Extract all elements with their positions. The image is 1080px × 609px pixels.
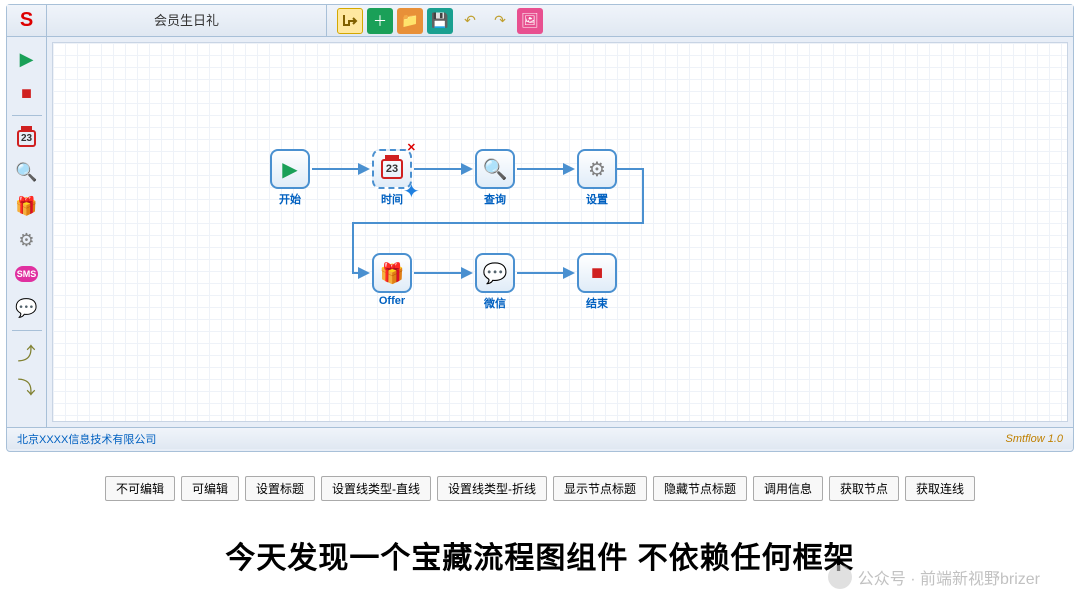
split-icon[interactable]: ⤴ (13, 339, 41, 367)
node-label-end: 结束 (575, 295, 619, 311)
node-icon-time[interactable]: 23 (372, 149, 412, 189)
workflow-title: 会员生日礼 (47, 5, 327, 37)
node-wechat[interactable]: 💬 微信 (473, 253, 517, 311)
stop-icon[interactable]: ■ (13, 79, 41, 107)
save-tool[interactable]: 💾 (427, 8, 453, 34)
connections-layer (53, 43, 1067, 421)
side-toolbar: ▶ ■ 23 🔍 🎁 ⚙ SMS 💬 ⤴ ⤵ (7, 37, 47, 427)
node-time[interactable]: 23✕时间 (370, 149, 414, 207)
play-icon[interactable]: ▶ (13, 45, 41, 73)
sms-icon[interactable]: SMS (13, 260, 41, 288)
logo-icon: S (20, 9, 33, 32)
calendar-icon[interactable]: 23 (13, 124, 41, 152)
footer-bar: 北京XXXX信息技术有限公司 Smtflow 1.0 (7, 427, 1073, 449)
node-label-start: 开始 (268, 191, 312, 207)
node-start[interactable]: ▶ 开始 (268, 149, 312, 207)
node-icon-query[interactable]: 🔍 (475, 149, 515, 189)
node-end[interactable]: ■ 结束 (575, 253, 619, 311)
watermark-icon (828, 565, 852, 589)
node-icon-settings[interactable]: ⚙ (577, 149, 617, 189)
node-icon-offer[interactable]: 🎁 (372, 253, 412, 293)
logo: S (7, 5, 47, 37)
watermark-text: 公众号 · 前端新视野brizer (858, 565, 1040, 589)
gift-icon[interactable]: 🎁 (13, 192, 41, 220)
main-area: ▶■23🔍🎁⚙SMS💬⤴⤵ ✦ ▶开始23✕时间🔍查询⚙设置🎁Offer💬微信■… (7, 37, 1073, 427)
connector-tool[interactable] (337, 8, 363, 34)
app-frame: S 会员生日礼 ＋📁💾↶↷🖼 ▶■23🔍🎁⚙SMS💬⤴⤵ ✦ ▶ (6, 4, 1074, 452)
folder-tool[interactable]: 📁 (397, 8, 423, 34)
node-settings[interactable]: ⚙ 设置 (575, 149, 619, 207)
gear-icon[interactable]: ⚙ (13, 226, 41, 254)
watermark: 公众号 · 前端新视野brizer (828, 565, 1040, 589)
node-icon-wechat[interactable]: 💬 (475, 253, 515, 293)
action-button-4[interactable]: 设置线类型-折线 (437, 476, 547, 501)
divider (12, 330, 42, 331)
node-icon-start[interactable]: ▶ (270, 149, 310, 189)
action-button-9[interactable]: 获取连线 (905, 476, 975, 501)
version-label: Smtflow 1.0 (1006, 433, 1063, 445)
delete-node-button[interactable]: ✕ (407, 141, 416, 154)
action-button-0[interactable]: 不可编辑 (105, 476, 175, 501)
undo-tool[interactable]: ↶ (457, 8, 483, 34)
wechat-icon[interactable]: 💬 (13, 294, 41, 322)
merge-icon[interactable]: ⤵ (13, 373, 41, 401)
flow-canvas[interactable]: ✦ ▶开始23✕时间🔍查询⚙设置🎁Offer💬微信■结束 (52, 42, 1068, 422)
action-button-row: 不可编辑可编辑设置标题设置线类型-直线设置线类型-折线显示节点标题隐藏节点标题调… (0, 476, 1080, 501)
node-offer[interactable]: 🎁 Offer (370, 253, 414, 307)
action-button-7[interactable]: 调用信息 (753, 476, 823, 501)
action-button-5[interactable]: 显示节点标题 (553, 476, 647, 501)
company-label: 北京XXXX信息技术有限公司 (17, 431, 156, 447)
node-icon-end[interactable]: ■ (577, 253, 617, 293)
image-tool[interactable]: 🖼 (517, 8, 543, 34)
node-query[interactable]: 🔍 查询 (473, 149, 517, 207)
action-button-8[interactable]: 获取节点 (829, 476, 899, 501)
node-label-wechat: 微信 (473, 295, 517, 311)
redo-tool[interactable]: ↷ (487, 8, 513, 34)
node-label-time: 时间 (370, 191, 414, 207)
action-button-1[interactable]: 可编辑 (181, 476, 239, 501)
search-icon[interactable]: 🔍 (13, 158, 41, 186)
divider (12, 115, 42, 116)
top-toolbar: ＋📁💾↶↷🖼 (327, 8, 543, 34)
node-label-offer: Offer (370, 295, 414, 307)
node-label-settings: 设置 (575, 191, 619, 207)
node-label-query: 查询 (473, 191, 517, 207)
action-button-2[interactable]: 设置标题 (245, 476, 315, 501)
header-bar: S 会员生日礼 ＋📁💾↶↷🖼 (7, 5, 1073, 37)
action-button-6[interactable]: 隐藏节点标题 (653, 476, 747, 501)
add-tool[interactable]: ＋ (367, 8, 393, 34)
action-button-3[interactable]: 设置线类型-直线 (321, 476, 431, 501)
